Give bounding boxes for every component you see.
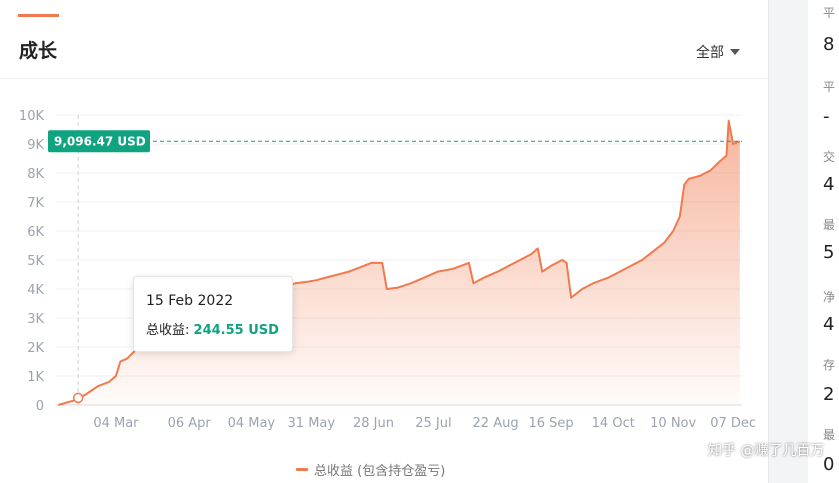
sidebar-label-7: 最 xyxy=(823,428,836,442)
x-tick-label: 14 Oct xyxy=(592,416,635,431)
x-axis-labels: 04 Mar 06 Apr 04 May 31 May 28 Jun 25 Jul 22 A… xyxy=(93,416,756,431)
sidebar-label-3: 交 xyxy=(823,150,836,164)
range-select-label: 全部 xyxy=(696,45,724,61)
x-tick-label: 22 Aug xyxy=(473,416,519,431)
sidebar-label-5: 净 xyxy=(823,290,836,304)
y-tick-label: 7K xyxy=(27,196,44,211)
tooltip-row: 总收益: 244.55 USD xyxy=(146,319,279,338)
range-select[interactable]: 全部 xyxy=(696,42,740,62)
y-axis-labels: 0 1K 2K 3K 4K 5K 6K 7K 8K 9K 10K xyxy=(19,109,45,414)
legend-swatch xyxy=(296,468,308,471)
current-value-label: 9,096.47 USD xyxy=(54,135,146,149)
sidebar-label-6: 存 xyxy=(823,358,836,372)
sidebar-value-7: 0 xyxy=(823,454,835,475)
y-tick-label: 5K xyxy=(27,254,44,269)
active-tab-indicator xyxy=(18,14,59,17)
legend-item[interactable]: 总收益 (包含持仓盈亏) xyxy=(296,460,445,479)
sidebar-value-5: 4 xyxy=(823,314,835,335)
x-tick-label: 04 May xyxy=(228,416,276,431)
growth-panel: 成长 全部 0 1K 2K 3K 4K 5K 6K 7K 8K 9K 10K 04 Mar 06 Ap… xyxy=(0,0,769,483)
tooltip-value: 244.55 USD xyxy=(193,323,279,338)
caret-down-icon xyxy=(730,49,740,55)
sidebar-value-1: 8 xyxy=(823,34,835,55)
sidebar-value-4: 5 xyxy=(823,242,835,263)
sidebar-label-4: 最 xyxy=(823,218,836,232)
y-tick-label: 2K xyxy=(27,341,44,356)
tooltip: 15 Feb 2022 总收益: 244.55 USD xyxy=(133,276,293,352)
x-tick-label: 06 Apr xyxy=(168,416,212,431)
y-tick-label: 1K xyxy=(27,370,44,385)
y-tick-label: 10K xyxy=(19,109,45,124)
y-tick-label: 6K xyxy=(27,225,44,240)
sidebar-value-3: 4 xyxy=(823,174,835,195)
sidebar-label-2: 平 xyxy=(823,80,836,94)
tooltip-date: 15 Feb 2022 xyxy=(146,293,234,309)
x-tick-label: 10 Nov xyxy=(650,416,696,431)
x-tick-label: 04 Mar xyxy=(93,416,139,431)
panel-title: 成长 xyxy=(19,40,58,62)
sidebar-value-2: - xyxy=(823,106,830,127)
legend-label: 总收益 (包含持仓盈亏) xyxy=(314,464,446,479)
highlighted-point xyxy=(72,392,84,404)
tooltip-label: 总收益: xyxy=(146,323,190,338)
growth-chart[interactable]: 01K2K3K4K5K6K7K8K9K10K 04 Mar 06 Apr 04 Ma… xyxy=(0,80,768,450)
x-tick-label: 28 Jun xyxy=(353,416,394,431)
y-tick-label: 9K xyxy=(27,138,44,153)
header-divider xyxy=(0,78,768,79)
current-value-badge: 9,096.47 USD xyxy=(48,130,150,153)
sidebar-label-1: 平 xyxy=(823,6,836,20)
y-tick-label: 8K xyxy=(27,167,44,182)
y-tick-label: 3K xyxy=(27,312,44,327)
x-tick-label: 25 Jul xyxy=(415,416,451,431)
x-tick-label: 31 May xyxy=(288,416,336,431)
x-tick-label: 16 Sep xyxy=(528,416,573,431)
sidebar-value-6: 2 xyxy=(823,384,835,405)
watermark: 知乎 @赚了几百万 xyxy=(708,443,825,459)
y-tick-label: 0 xyxy=(36,399,44,414)
x-tick-label: 07 Dec xyxy=(710,416,756,431)
y-tick-label: 4K xyxy=(27,283,44,298)
